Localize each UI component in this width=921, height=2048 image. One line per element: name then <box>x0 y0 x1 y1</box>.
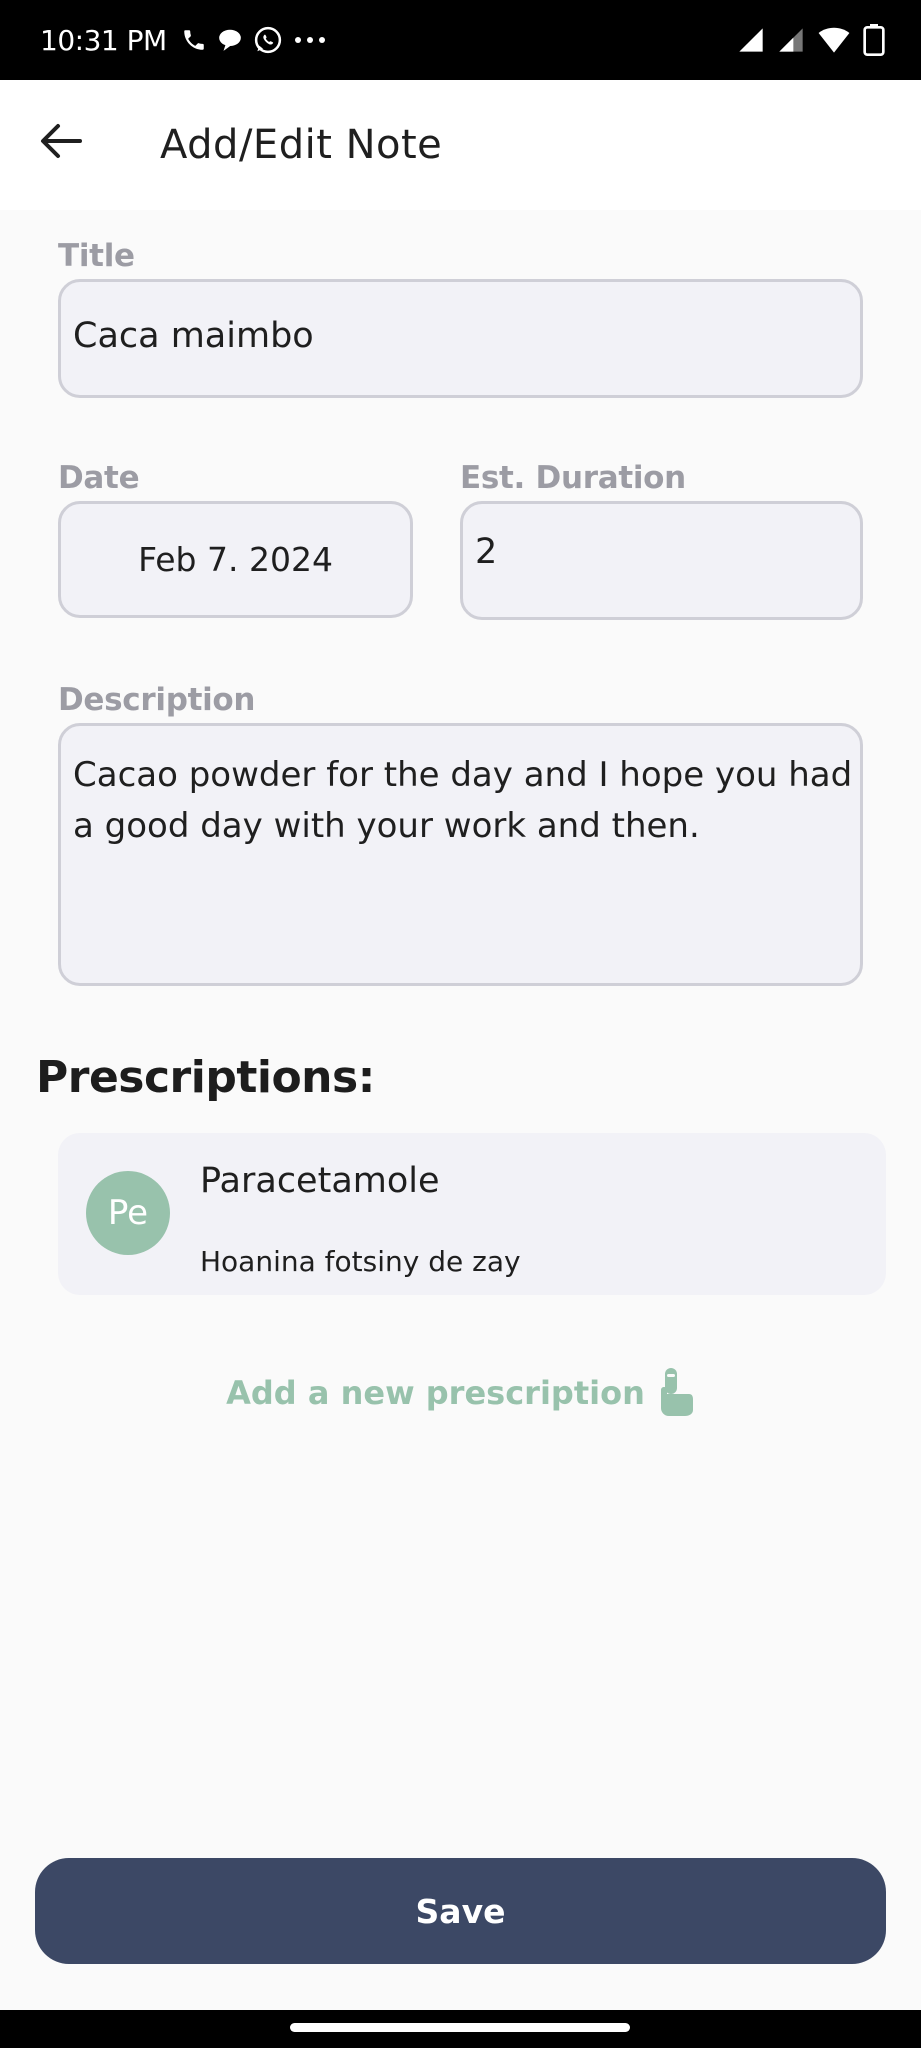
duration-label: Est. Duration <box>460 460 686 496</box>
whatsapp-icon <box>253 25 283 55</box>
duration-field[interactable]: 2 <box>460 501 863 620</box>
prescriptions-heading: Prescriptions: <box>36 1052 375 1103</box>
title-field[interactable]: Caca maimbo <box>58 279 863 398</box>
status-bar: 10:31 PM <box>0 0 921 80</box>
date-field-value: Feb 7. 2024 <box>138 540 333 579</box>
signal-icon <box>737 26 765 54</box>
date-label: Date <box>58 460 140 496</box>
add-prescription-button[interactable]: Add a new prescription <box>0 1366 921 1420</box>
status-right <box>737 24 885 56</box>
description-label: Description <box>58 682 256 718</box>
tap-hand-icon <box>655 1366 695 1420</box>
chat-bubble-icon <box>217 28 243 52</box>
title-field-value: Caca maimbo <box>73 316 314 356</box>
battery-icon <box>863 24 885 56</box>
save-button[interactable]: Save <box>35 1858 886 1964</box>
title-label: Title <box>58 238 135 274</box>
page-title: Add/Edit Note <box>160 122 443 168</box>
description-field[interactable]: Cacao powder for the day and I hope you … <box>58 723 863 986</box>
wifi-icon <box>817 26 851 54</box>
back-button[interactable] <box>38 120 84 166</box>
navigation-bar <box>0 2010 921 2048</box>
phone-icon <box>181 27 207 53</box>
add-prescription-label: Add a new prescription <box>226 1374 645 1412</box>
status-left: 10:31 PM <box>40 24 327 57</box>
description-field-value: Cacao powder for the day and I hope you … <box>73 755 853 846</box>
status-time: 10:31 PM <box>40 23 167 57</box>
avatar: Pe <box>86 1171 170 1255</box>
app-bar: Add/Edit Note <box>0 80 921 210</box>
prescription-card[interactable]: Pe Paracetamole Hoanina fotsiny de zay <box>58 1133 886 1295</box>
prescription-description: Hoanina fotsiny de zay <box>200 1245 521 1278</box>
prescription-name: Paracetamole <box>200 1161 440 1201</box>
date-field[interactable]: Feb 7. 2024 <box>58 501 413 618</box>
signal-icon <box>777 26 805 54</box>
home-indicator[interactable] <box>290 2023 630 2032</box>
arrow-left-icon <box>40 123 82 163</box>
duration-field-value: 2 <box>475 532 498 572</box>
more-dots-icon <box>293 35 327 45</box>
